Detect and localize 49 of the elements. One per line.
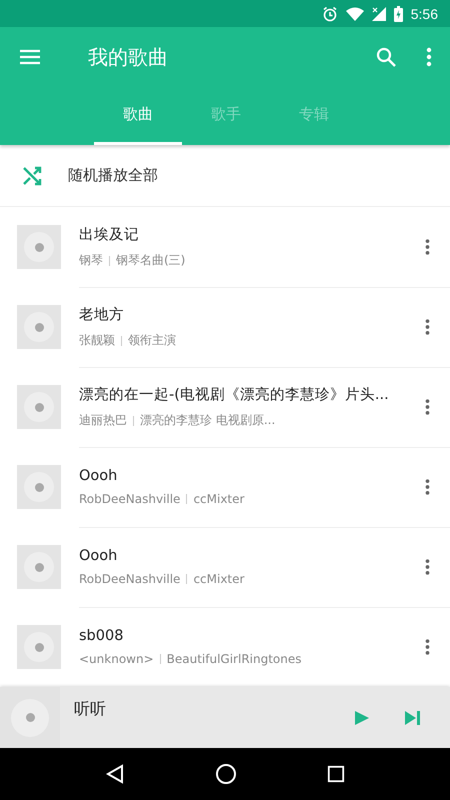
- song-row[interactable]: 老地方 张靓颖 领衔主演: [0, 287, 450, 367]
- artist-name: RobDeeNashville: [79, 572, 180, 586]
- battery-icon: [394, 6, 403, 22]
- album-art-icon: [17, 545, 61, 589]
- shuffle-all-row[interactable]: 随机播放全部: [0, 145, 450, 207]
- song-row[interactable]: sb008 <unknown> BeautifulGirlRingtones: [0, 607, 450, 687]
- album-name: ccMixter: [193, 572, 244, 586]
- song-title: 老地方: [79, 306, 125, 324]
- album-name: BeautifulGirlRingtones: [166, 652, 302, 666]
- wifi-icon: [346, 6, 364, 20]
- recent-apps-icon[interactable]: [327, 765, 345, 783]
- song-row[interactable]: 出埃及记 钢琴 钢琴名曲(三): [0, 207, 450, 287]
- song-title: Oooh: [79, 548, 118, 564]
- artist-name: <unknown>: [79, 652, 154, 666]
- page-title: 我的歌曲: [88, 44, 169, 70]
- album-art-icon: [17, 465, 61, 509]
- artist-name: 迪丽热巴: [79, 412, 127, 429]
- artist-name: RobDeeNashville: [79, 492, 180, 506]
- song-title: 出埃及记: [79, 226, 140, 244]
- album-name: 领衔主演: [128, 332, 176, 349]
- song-title: 漂亮的在一起-(电视剧《漂亮的李慧珍》片头...: [79, 386, 390, 404]
- album-art-icon: [17, 225, 61, 269]
- more-options-icon[interactable]: [425, 398, 430, 416]
- album-art-icon: [17, 305, 61, 349]
- alarm-icon: [322, 6, 338, 22]
- song-row[interactable]: 漂亮的在一起-(电视剧《漂亮的李慧珍》片头... 迪丽热巴 漂亮的李慧珍 电视剧原...: [0, 367, 450, 447]
- song-row[interactable]: Oooh RobDeeNashville ccMixter: [0, 527, 450, 607]
- artist-name: 钢琴: [79, 252, 103, 269]
- more-options-icon[interactable]: [425, 478, 430, 496]
- song-title: Oooh: [79, 468, 118, 484]
- home-icon[interactable]: [215, 763, 237, 785]
- shuffle-icon: [22, 166, 42, 186]
- now-playing-title: 听听: [74, 699, 107, 720]
- album-art-icon: [17, 625, 61, 669]
- signal-icon: [372, 6, 386, 20]
- album-name: 漂亮的李慧珍 电视剧原...: [140, 412, 276, 429]
- song-row[interactable]: Oooh RobDeeNashville ccMixter: [0, 447, 450, 527]
- clock-time: 5:56: [410, 6, 438, 22]
- more-options-icon[interactable]: [425, 238, 430, 256]
- back-icon[interactable]: [105, 764, 125, 784]
- album-name: 钢琴名曲(三): [116, 252, 186, 269]
- album-art-icon: [17, 385, 61, 429]
- shuffle-label: 随机播放全部: [68, 166, 158, 185]
- more-options-icon[interactable]: [425, 318, 430, 336]
- more-options-icon[interactable]: [425, 638, 430, 656]
- album-name: ccMixter: [193, 492, 244, 506]
- more-options-icon[interactable]: [425, 558, 430, 576]
- artist-name: 张靓颖: [79, 332, 115, 349]
- song-title: sb008: [79, 628, 124, 644]
